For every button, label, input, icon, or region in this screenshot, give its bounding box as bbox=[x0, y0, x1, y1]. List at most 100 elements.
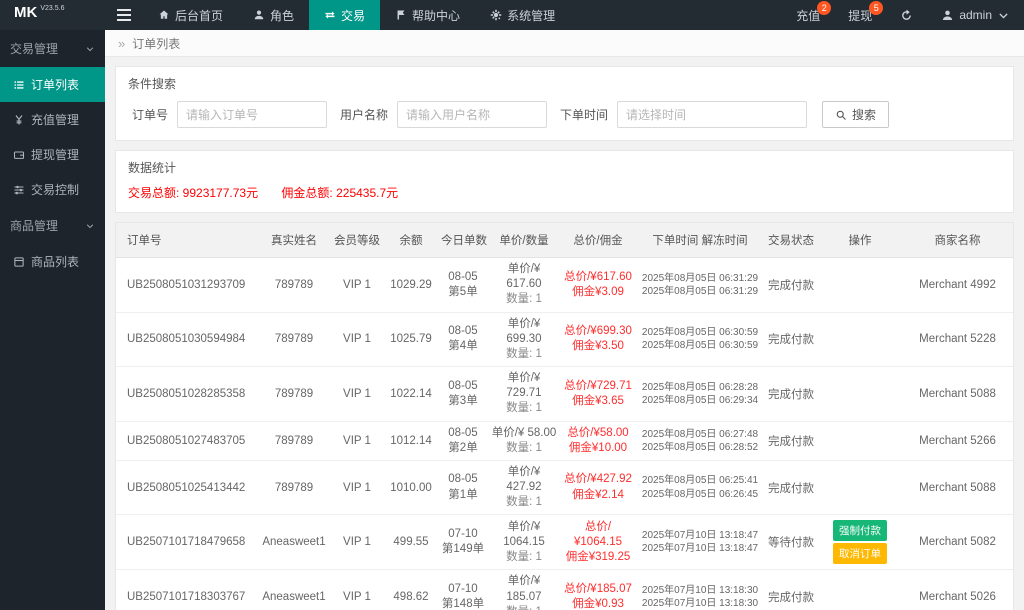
sidebar-group-trade-mgmt[interactable]: 交易管理 bbox=[0, 30, 105, 67]
order-no: UB2508051028285358 bbox=[116, 366, 258, 422]
real-name: 789789 bbox=[258, 421, 330, 461]
real-name: Aneasweet1 bbox=[258, 514, 330, 571]
today-count: 08-05 第1单 bbox=[438, 460, 488, 516]
today-order-index: 第5单 bbox=[448, 285, 478, 298]
user-name-input[interactable] bbox=[397, 101, 548, 128]
trade-status: 完成付款 bbox=[764, 257, 818, 313]
sidebar: 交易管理订单列表充值管理 提现管理 交易控制 商品管理商品列表 bbox=[0, 30, 105, 610]
sidebar-item-withdraw-mgmt[interactable]: 提现管理 bbox=[0, 137, 105, 172]
version-label: V23.5.6 bbox=[40, 5, 65, 12]
sidebar-item-label: 商品列表 bbox=[31, 255, 80, 269]
total-commission: 总价/¥617.60 佣金¥3.09 bbox=[560, 257, 636, 313]
user-icon bbox=[941, 9, 954, 22]
total-commission: 总价/¥185.07 佣金¥0.93 bbox=[560, 569, 636, 610]
hamburger-icon[interactable] bbox=[105, 0, 143, 30]
order-unfreeze-time: 2025年07月10日 13:18:47 2025年07月10日 13:18:47 bbox=[636, 514, 764, 571]
nav-item-dashboard[interactable]: 后台首页 bbox=[143, 0, 238, 30]
nav-item-label: 系统管理 bbox=[507, 8, 556, 23]
unit-price: 单价/¥ 699.30 bbox=[506, 317, 542, 345]
search-button-label: 搜索 bbox=[852, 108, 877, 122]
unfreeze-time: 2025年08月05日 06:26:45 bbox=[641, 488, 759, 500]
merchant-name: Merchant 5088 bbox=[902, 366, 1013, 422]
sidebar-group-goods-mgmt[interactable]: 商品管理 bbox=[0, 207, 105, 244]
field-label-user-name: 用户名称 bbox=[340, 108, 389, 122]
user-menu[interactable]: admin bbox=[927, 0, 1024, 30]
field-label-order-no: 订单号 bbox=[132, 108, 169, 122]
order-unfreeze-time: 2025年08月05日 06:25:41 2025年08月05日 06:26:45 bbox=[636, 460, 764, 516]
cancel-order-button[interactable]: 取消订单 bbox=[833, 543, 887, 565]
stats-totals: 交易总额: 9923177.73元 佣金总额: 225435.7元 bbox=[116, 176, 1013, 212]
column-header: 商家名称 bbox=[902, 223, 1013, 258]
balance: 1010.00 bbox=[384, 460, 438, 516]
search-button[interactable]: 搜索 bbox=[822, 101, 890, 128]
total-price: 总价/¥427.92 bbox=[564, 473, 632, 486]
breadcrumb-current: 订单列表 bbox=[132, 36, 181, 51]
order-unfreeze-time: 2025年08月05日 06:31:29 2025年08月05日 06:31:29 bbox=[636, 257, 764, 313]
nav-item-roles[interactable]: 角色 bbox=[238, 0, 309, 30]
total-price: 总价/¥617.60 bbox=[564, 270, 632, 283]
sidebar-item-label: 订单列表 bbox=[31, 78, 80, 92]
merchant-name: Merchant 5082 bbox=[902, 514, 1013, 571]
chevron-down-icon bbox=[85, 44, 95, 54]
row-actions bbox=[818, 257, 902, 313]
row-actions bbox=[818, 460, 902, 516]
today-order-index: 第3单 bbox=[448, 394, 478, 407]
nav-item-system[interactable]: 系统管理 bbox=[475, 0, 570, 30]
today-date: 08-05 bbox=[448, 270, 478, 283]
order-time: 2025年08月05日 06:31:29 bbox=[641, 272, 759, 284]
sidebar-item-recharge-mgmt[interactable]: 充值管理 bbox=[0, 102, 105, 137]
real-name: 789789 bbox=[258, 366, 330, 422]
real-name: 789789 bbox=[258, 257, 330, 313]
commission: 佣金¥3.09 bbox=[572, 285, 624, 298]
withdraw-shortcut[interactable]: 提现 5 bbox=[834, 0, 886, 30]
sidebar-item-order-list[interactable]: 订单列表 bbox=[0, 67, 105, 102]
force-pay-button[interactable]: 强制付款 bbox=[833, 520, 887, 542]
stats-panel-title: 数据统计 bbox=[128, 161, 177, 175]
topbar-shortcuts: 充值 2 提现 5 bbox=[782, 0, 886, 30]
list-icon bbox=[13, 79, 25, 91]
commission: 佣金¥3.65 bbox=[572, 394, 624, 407]
field-label-order-time: 下单时间 bbox=[560, 108, 609, 122]
sidebar-item-trade-control[interactable]: 交易控制 bbox=[0, 172, 105, 207]
order-no: UB2508051025413442 bbox=[116, 460, 258, 516]
quantity: 数量: 1 bbox=[506, 402, 542, 415]
total-commission: 总价/¥729.71 佣金¥3.65 bbox=[560, 366, 636, 422]
search-icon bbox=[835, 109, 847, 121]
nav-item-label: 后台首页 bbox=[175, 8, 224, 23]
total-commission: 总价/¥427.92 佣金¥2.14 bbox=[560, 460, 636, 516]
merchant-name: Merchant 5088 bbox=[902, 460, 1013, 516]
real-name: 789789 bbox=[258, 312, 330, 368]
order-time: 2025年07月10日 13:18:47 bbox=[641, 530, 759, 542]
quantity: 数量: 1 bbox=[506, 550, 542, 563]
username: admin bbox=[959, 8, 992, 22]
today-count: 07-10 第148单 bbox=[438, 569, 488, 610]
quantity: 数量: 1 bbox=[506, 441, 542, 454]
today-count: 08-05 第2单 bbox=[438, 421, 488, 461]
order-time-input[interactable] bbox=[617, 101, 808, 128]
refresh-button[interactable] bbox=[886, 0, 927, 30]
recharge-shortcut[interactable]: 充值 2 bbox=[782, 0, 834, 30]
order-no-input[interactable] bbox=[177, 101, 328, 128]
price-qty: 单价/¥ 1064.15 数量: 1 bbox=[488, 514, 560, 571]
sidebar-item-goods-list[interactable]: 商品列表 bbox=[0, 244, 105, 279]
total-commission: 总价/¥699.30 佣金¥3.50 bbox=[560, 312, 636, 368]
today-order-index: 第4单 bbox=[448, 340, 478, 353]
total-price: 总价/¥58.00 bbox=[567, 426, 629, 439]
quantity: 数量: 1 bbox=[506, 347, 542, 360]
table-row: UB2508051031293709 789789 VIP 1 1029.29 08-0… bbox=[116, 257, 1013, 313]
column-header: 下单时间 解冻时间 bbox=[636, 223, 764, 258]
column-header: 总价/佣金 bbox=[560, 223, 636, 258]
nav-item-trade[interactable]: 交易 bbox=[309, 0, 381, 30]
vip-level: VIP 1 bbox=[330, 421, 384, 461]
table-row: UB2508051025413442 789789 VIP 1 1010.00 08-0… bbox=[116, 460, 1013, 516]
column-header: 订单号 bbox=[116, 223, 258, 258]
total-price: 总价/¥1064.15 bbox=[574, 520, 622, 548]
search-panel: 条件搜索 订单号 用户名称 下单时间 搜索 bbox=[115, 66, 1014, 141]
table-row: UB2507101718303767 Aneasweet1 VIP 1 498.62 0… bbox=[116, 569, 1013, 610]
order-no: UB2507101718303767 bbox=[116, 569, 258, 610]
row-actions bbox=[818, 312, 902, 368]
today-order-index: 第148单 bbox=[441, 598, 485, 610]
stats-panel: 数据统计 交易总额: 9923177.73元 佣金总额: 225435.7元 bbox=[115, 150, 1014, 213]
nav-item-help-center[interactable]: 帮助中心 bbox=[380, 0, 475, 30]
breadcrumb: » 订单列表 bbox=[105, 30, 1024, 57]
